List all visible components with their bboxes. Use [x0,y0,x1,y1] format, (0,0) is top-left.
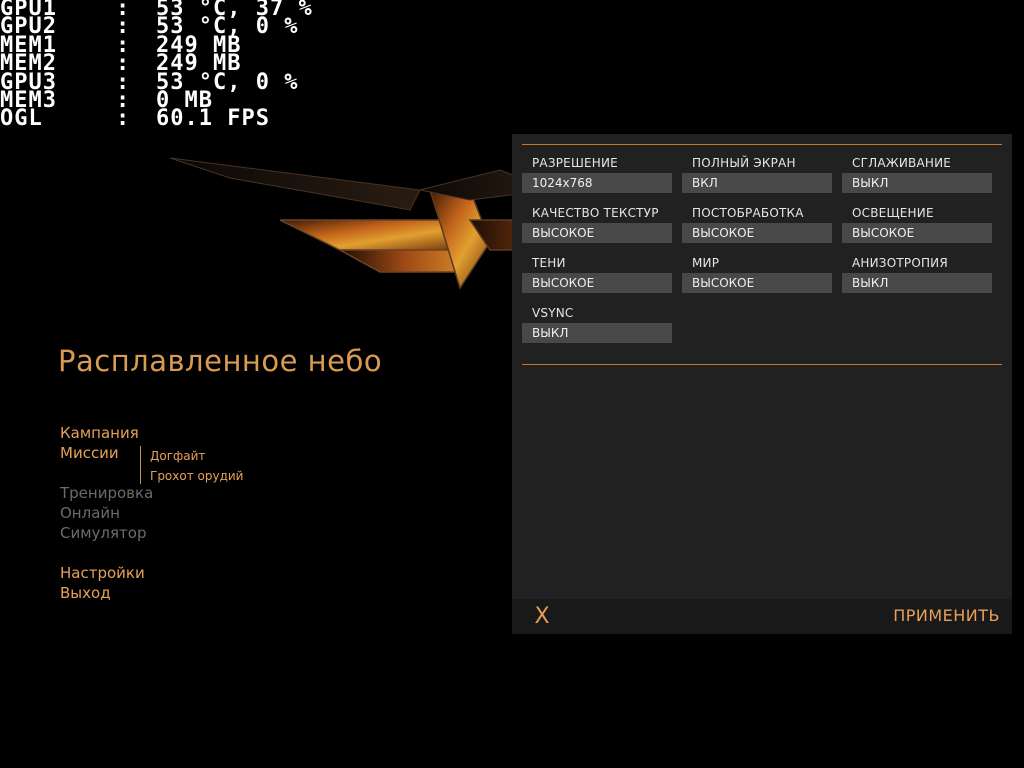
setting-texture-quality: КАЧЕСТВО ТЕКСТУР ВЫСОКОЕ [522,203,672,243]
setting-label: VSYNC [532,306,574,320]
osd-separator: : [116,106,131,132]
setting-anisotropy: АНИЗОТРОПИЯ ВЫКЛ [842,253,992,293]
setting-antialiasing: СГЛАЖИВАНИЕ ВЫКЛ [842,153,992,193]
menu-item-simulator[interactable]: Симулятор [60,524,146,542]
setting-label: ПОСТОБРАБОТКА [692,206,804,220]
setting-label: ТЕНИ [532,256,566,270]
setting-shadows: ТЕНИ ВЫСОКОЕ [522,253,672,293]
setting-vsync: VSYNC ВЫКЛ [522,303,672,343]
setting-value-shadows[interactable]: ВЫСОКОЕ [522,273,672,293]
game-screen: GPU1 : 53 °C, 37 % GPU2 : 53 °C, 0 % MEM… [0,0,1024,768]
setting-postprocessing: ПОСТОБРАБОТКА ВЫСОКОЕ [682,203,832,243]
missions-submenu: Догфайт Грохот орудий [140,446,243,484]
osd-key: OGL [0,106,43,132]
setting-value-fullscreen[interactable]: ВКЛ [682,173,832,193]
setting-value-antialiasing[interactable]: ВЫКЛ [842,173,992,193]
setting-value-world[interactable]: ВЫСОКОЕ [682,273,832,293]
close-icon[interactable]: X [532,605,552,629]
submenu-item-dogfight[interactable]: Догфайт [150,446,243,466]
setting-value-anisotropy[interactable]: ВЫКЛ [842,273,992,293]
setting-label: КАЧЕСТВО ТЕКСТУР [532,206,659,220]
setting-value-texture-quality[interactable]: ВЫСОКОЕ [522,223,672,243]
setting-value-resolution[interactable]: 1024x768 [522,173,672,193]
menu-item-online[interactable]: Онлайн [60,504,120,522]
performance-overlay: GPU1 : 53 °C, 37 % GPU2 : 53 °C, 0 % MEM… [0,0,313,132]
game-title: Расплавленное небо [58,344,383,378]
settings-panel: РАЗРЕШЕНИЕ 1024x768 ПОЛНЫЙ ЭКРАН ВКЛ СГЛ… [512,134,1012,634]
setting-label: АНИЗОТРОПИЯ [852,256,948,270]
setting-label: ОСВЕЩЕНИЕ [852,206,934,220]
setting-value-postprocessing[interactable]: ВЫСОКОЕ [682,223,832,243]
setting-label: СГЛАЖИВАНИЕ [852,156,952,170]
setting-label: ПОЛНЫЙ ЭКРАН [692,156,796,170]
apply-button[interactable]: ПРИМЕНИТЬ [893,606,1000,626]
setting-fullscreen: ПОЛНЫЙ ЭКРАН ВКЛ [682,153,832,193]
submenu-item-gun-thunder[interactable]: Грохот орудий [150,466,243,486]
menu-item-campaign[interactable]: Кампания [60,424,139,442]
panel-bottom-divider [522,364,1002,365]
setting-label: РАЗРЕШЕНИЕ [532,156,618,170]
setting-value-lighting[interactable]: ВЫСОКОЕ [842,223,992,243]
setting-world: МИР ВЫСОКОЕ [682,253,832,293]
menu-item-training[interactable]: Тренировка [60,484,153,502]
osd-value: 60.1 FPS [156,106,270,132]
setting-resolution: РАЗРЕШЕНИЕ 1024x768 [522,153,672,193]
menu-item-exit[interactable]: Выход [60,584,111,602]
menu-item-settings[interactable]: Настройки [60,564,145,582]
setting-label: МИР [692,256,720,270]
panel-footer: X ПРИМЕНИТЬ [512,599,1012,634]
setting-value-vsync[interactable]: ВЫКЛ [522,323,672,343]
panel-top-divider [522,144,1002,145]
menu-item-missions[interactable]: Миссии [60,444,119,462]
setting-lighting: ОСВЕЩЕНИЕ ВЫСОКОЕ [842,203,992,243]
osd-row: OGL : 60.1 FPS [0,106,313,132]
